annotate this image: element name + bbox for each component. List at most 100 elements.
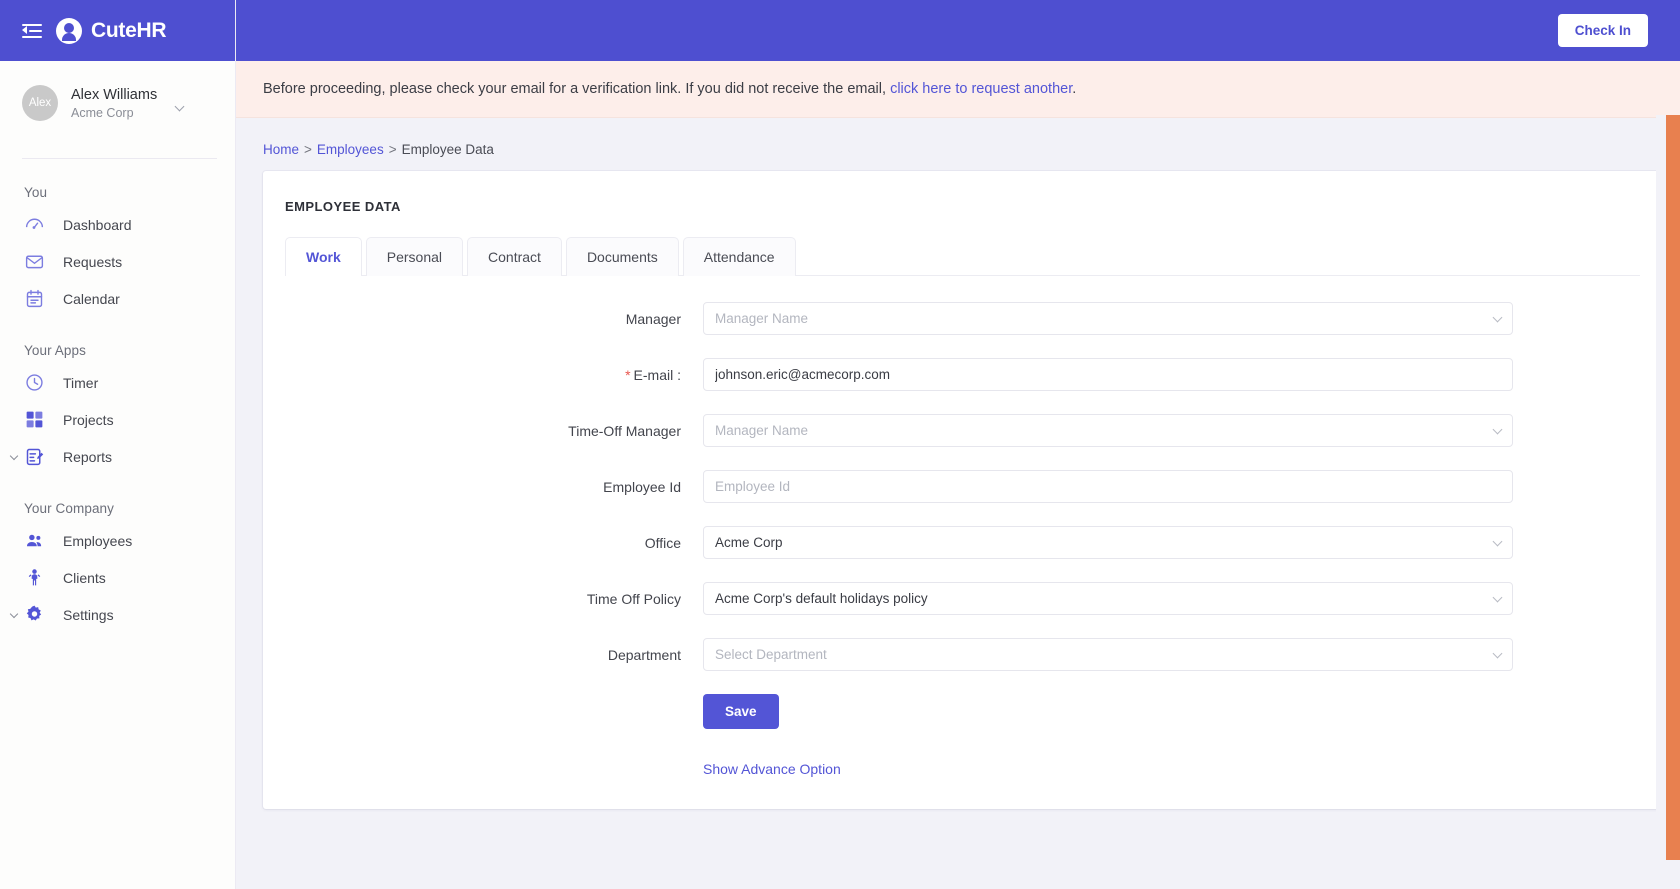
sidebar-item-settings[interactable]: Settings: [0, 596, 235, 633]
sidebar-item-employees[interactable]: Employees: [0, 522, 235, 559]
form-actions: Save Show Advance Option: [285, 694, 1640, 779]
form-row-department: Department: [285, 638, 1640, 671]
email-label: * E-mail :: [285, 367, 703, 383]
form-row-timeoff-manager: Time-Off Manager: [285, 414, 1640, 447]
top-bar: Check In: [236, 0, 1680, 61]
email-field-wrap: [703, 358, 1513, 391]
breadcrumb: Home > Employees > Employee Data: [263, 138, 1662, 171]
verification-banner: Before proceeding, please check your ema…: [236, 61, 1680, 118]
content-wrap: Home > Employees > Employee Data EMPLOYEE DA…: [236, 118, 1680, 809]
save-button[interactable]: Save: [703, 694, 779, 729]
chevron-down-icon: [9, 451, 19, 461]
time-off-policy-select[interactable]: [703, 582, 1513, 615]
timeoff-manager-label: Time-Off Manager: [568, 422, 681, 439]
manager-field: [703, 302, 1513, 335]
report-edit-icon: [24, 446, 45, 467]
chevron-down-icon: [9, 609, 19, 619]
department-field: [703, 638, 1513, 671]
page-title: EMPLOYEE DATA: [285, 199, 401, 214]
nav-group-label-your-company: Your Company: [24, 501, 115, 516]
sidebar-item-requests[interactable]: Requests: [0, 243, 235, 280]
office-field: [703, 526, 1513, 559]
time-off-policy-label: Time Off Policy: [586, 590, 681, 607]
sidebar-item-label: Reports: [63, 448, 113, 465]
calendar-icon: [24, 288, 45, 309]
form-row-time-off-policy: Time Off Policy: [285, 582, 1640, 615]
sidebar-item-label: Settings: [63, 606, 114, 623]
cutehr-logo-icon: [56, 17, 82, 44]
sidebar-item-label: Timer: [63, 374, 99, 391]
manager-label: Manager: [625, 310, 681, 327]
sidebar-item-label: Requests: [63, 253, 123, 270]
banner-text-before: Before proceeding, please check your ema…: [263, 81, 891, 97]
profile-text: Alex Williams Acme Corp: [71, 87, 157, 120]
employee-data-card: EMPLOYEE DATA Work Personal Contract Doc…: [263, 171, 1662, 809]
chevron-down-icon: [174, 101, 185, 111]
sidebar-item-projects[interactable]: Projects: [0, 401, 235, 438]
breadcrumb-employees[interactable]: Employees: [317, 142, 384, 157]
form-row-office: Office: [285, 526, 1640, 559]
sidebar-item-label: Employees: [63, 532, 133, 549]
department-select[interactable]: [703, 638, 1513, 671]
sidebar-item-calendar[interactable]: Calendar: [0, 280, 235, 317]
form-row-employee-id: Employee Id: [285, 470, 1640, 503]
people-group-icon: [24, 530, 45, 551]
request-another-link[interactable]: click here to request another: [890, 81, 1072, 97]
timeoff-manager-select[interactable]: [703, 414, 1513, 447]
sidebar-item-reports[interactable]: Reports: [0, 438, 235, 475]
brand-logo[interactable]: CuteHR: [56, 17, 167, 44]
nav-group-label-you: You: [24, 185, 48, 200]
manager-select[interactable]: [703, 302, 1513, 335]
scrollbar-track[interactable]: [1656, 115, 1666, 860]
main-area: Check In Before proceeding, please check…: [236, 0, 1680, 889]
form-row-manager: Manager: [285, 302, 1640, 335]
employee-id-field-wrap: [703, 470, 1513, 503]
sidebar-item-label: Clients: [63, 569, 106, 586]
tab-work[interactable]: Work: [285, 237, 362, 276]
brand-name: CuteHR: [91, 18, 167, 42]
work-form: Manager *E-mail : Time-Off Manage: [285, 276, 1640, 779]
email-label-text: E-mail :: [633, 366, 681, 383]
breadcrumb-separator: >: [388, 142, 397, 157]
person-raised-arms-icon: [24, 567, 45, 588]
office-select[interactable]: [703, 526, 1513, 559]
form-row-email: * E-mail :: [285, 358, 1640, 391]
timeoff-manager-field: [703, 414, 1513, 447]
breadcrumb-separator: >: [304, 142, 312, 157]
envelope-icon: [24, 251, 45, 272]
clock-icon: [24, 372, 45, 393]
app-root: CuteHR Alex Alex Williams Acme Corp You …: [0, 0, 1680, 889]
sidebar-item-label: Projects: [63, 411, 114, 428]
sidebar-header: CuteHR: [0, 0, 235, 61]
show-advance-option-link[interactable]: Show Advance Option: [703, 761, 841, 777]
department-label: Department: [607, 646, 681, 663]
office-label: Office: [644, 534, 681, 551]
tab-bar: Work Personal Contract Documents Attenda…: [285, 236, 1640, 276]
tab-personal[interactable]: Personal: [365, 237, 464, 276]
gear-icon: [24, 604, 45, 625]
scrollbar-thumb[interactable]: [1666, 115, 1680, 860]
employee-id-label: Employee Id: [603, 478, 681, 495]
sidebar-item-dashboard[interactable]: Dashboard: [0, 206, 235, 243]
nav-group-label-your-apps: Your Apps: [24, 343, 86, 358]
tab-documents[interactable]: Documents: [565, 237, 679, 276]
tab-contract[interactable]: Contract: [467, 237, 562, 276]
profile-org: Acme Corp: [71, 105, 134, 120]
sidebar-item-clients[interactable]: Clients: [0, 559, 235, 596]
tab-attendance[interactable]: Attendance: [682, 237, 796, 276]
required-asterisk: *: [625, 366, 631, 383]
avatar: Alex: [22, 85, 58, 121]
employee-id-field[interactable]: [703, 470, 1513, 503]
user-profile[interactable]: Alex Alex Williams Acme Corp: [0, 61, 235, 121]
time-off-policy-field: [703, 582, 1513, 615]
grid-squares-icon: [24, 409, 45, 430]
breadcrumb-home[interactable]: Home: [263, 142, 299, 157]
breadcrumb-current: Employee Data: [401, 142, 494, 157]
check-in-button[interactable]: Check In: [1557, 14, 1648, 47]
profile-name: Alex Williams: [71, 86, 158, 103]
email-field[interactable]: [703, 358, 1513, 391]
menu-collapse-icon[interactable]: [22, 23, 42, 39]
banner-text-after: .: [1072, 81, 1077, 97]
sidebar-item-label: Dashboard: [63, 216, 132, 233]
sidebar-item-timer[interactable]: Timer: [0, 364, 235, 401]
